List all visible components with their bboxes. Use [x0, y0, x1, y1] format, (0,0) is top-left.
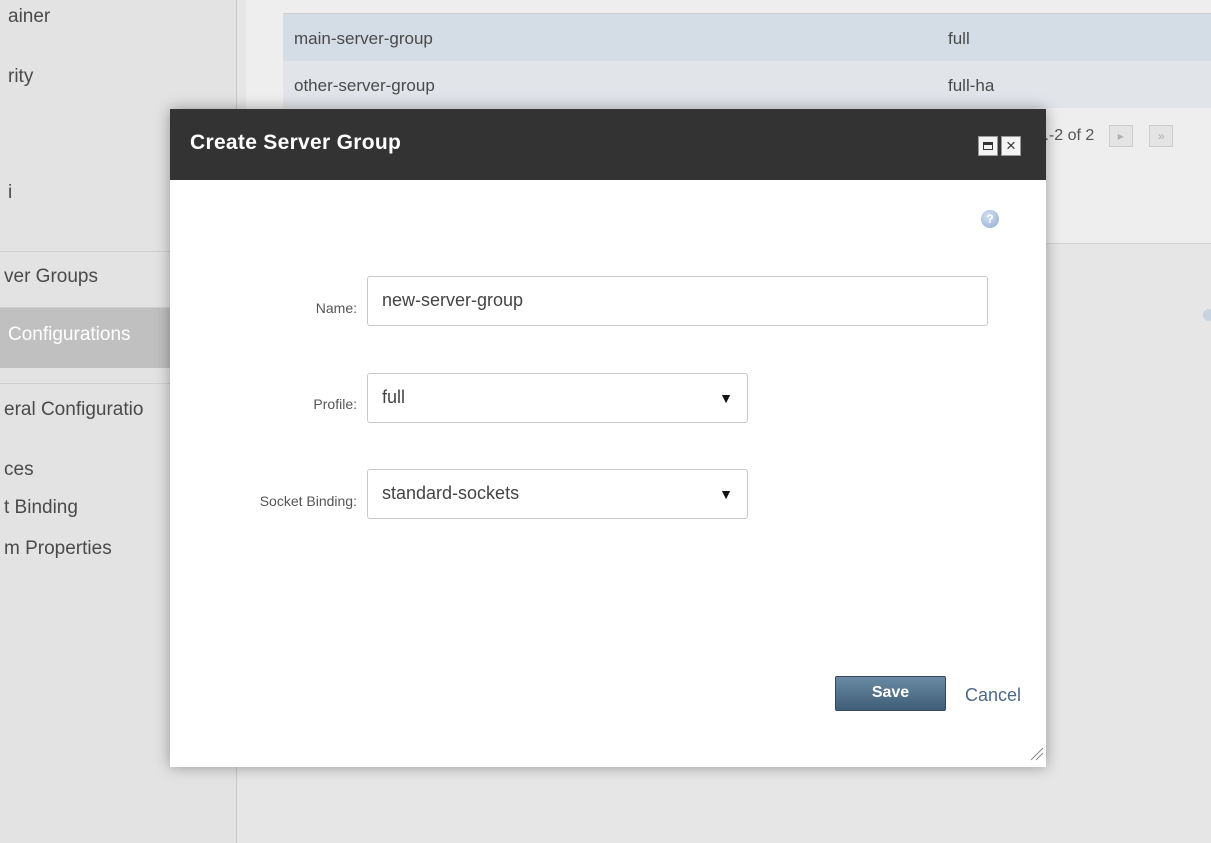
profile-select[interactable]: full ▼ [367, 373, 748, 423]
socket-binding-select-value: standard-sockets [382, 483, 520, 503]
socket-binding-select[interactable]: standard-sockets ▼ [367, 469, 748, 519]
profile-label: Profile: [313, 396, 357, 412]
resize-handle-icon[interactable] [1028, 745, 1044, 761]
profile-select-value: full [382, 387, 406, 407]
cancel-button[interactable]: Cancel [965, 685, 1021, 706]
last-page-icon[interactable]: » [1149, 125, 1174, 147]
help-icon[interactable]: ? [981, 210, 999, 228]
table-pager: ..-2 of 2 ▸ » [1040, 125, 1174, 147]
dialog-header: Create Server Group × [170, 109, 1046, 180]
sidebar-item-general-configuration[interactable]: eral Configuratio [4, 399, 143, 421]
name-input[interactable]: new-server-group [367, 276, 988, 326]
table-cell-group-name: other-server-group [294, 76, 435, 95]
sidebar-item-server-groups[interactable]: ver Groups [4, 266, 98, 288]
table-cell-group-name: main-server-group [294, 29, 433, 48]
close-icon[interactable]: × [1001, 136, 1021, 156]
sidebar-item-truncated[interactable]: i [8, 182, 12, 204]
server-groups-table: main-server-group full other-server-grou… [283, 13, 1211, 108]
socket-binding-label: Socket Binding: [259, 493, 357, 509]
dropdown-arrow-icon: ▼ [719, 486, 733, 502]
sidebar-item-configurations[interactable]: Configurations [8, 324, 131, 346]
sidebar-item-socket-binding[interactable]: t Binding [4, 497, 78, 519]
create-server-group-dialog: Create Server Group × ? Name: new-server… [170, 109, 1046, 767]
table-row[interactable]: other-server-group full-ha [283, 61, 1211, 108]
save-button[interactable]: Save [835, 676, 946, 711]
pager-text: ..-2 of 2 [1040, 127, 1095, 145]
sidebar-item-system-properties[interactable]: m Properties [4, 538, 112, 560]
next-icon[interactable]: ▸ [1108, 125, 1133, 147]
sidebar-item-security[interactable]: rity [8, 66, 33, 88]
table-cell-profile: full-ha [948, 76, 995, 95]
table-row[interactable]: main-server-group full [283, 14, 1211, 61]
sidebar-item-container[interactable]: ainer [8, 6, 50, 28]
name-label: Name: [315, 300, 357, 316]
dialog-title: Create Server Group [190, 131, 402, 154]
name-input-value: new-server-group [382, 290, 524, 310]
table-cell-profile: full [948, 29, 970, 48]
maximize-icon[interactable] [978, 136, 998, 156]
sidebar-item-interfaces[interactable]: ces [4, 459, 34, 481]
info-icon [1203, 309, 1211, 321]
dropdown-arrow-icon: ▼ [719, 390, 733, 406]
